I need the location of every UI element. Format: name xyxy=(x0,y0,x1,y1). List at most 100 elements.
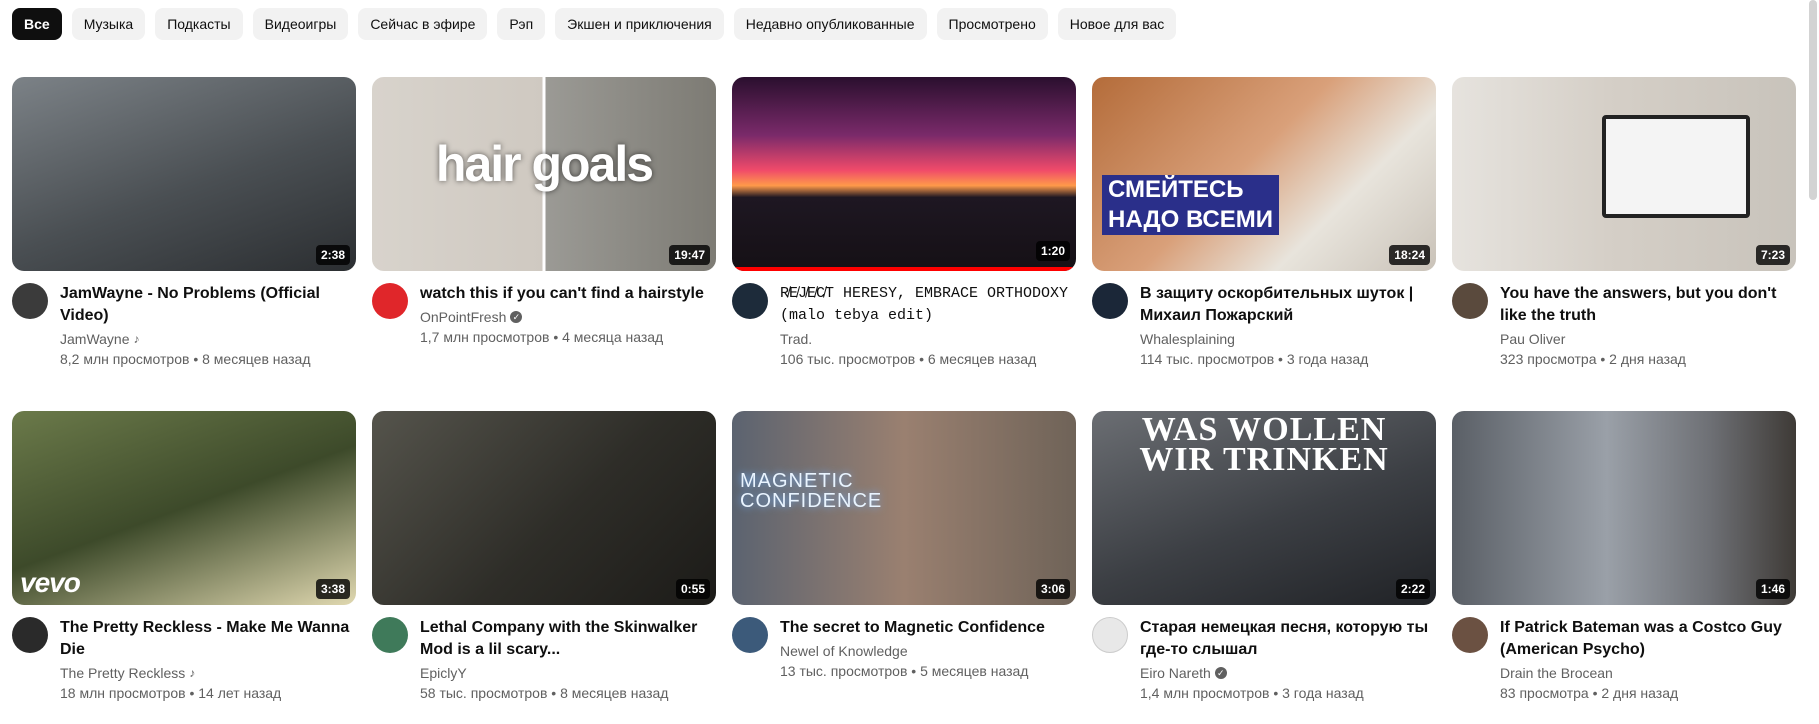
video-stats: 1,7 млн просмотров • 4 месяца назад xyxy=(420,329,664,345)
chip-action-adventure[interactable]: Экшен и приключения xyxy=(555,8,724,40)
channel-name[interactable]: Whalesplaining xyxy=(1140,329,1436,349)
video-stats: 8,2 млн просмотров • 8 месяцев назад xyxy=(60,351,311,367)
chip-live[interactable]: Сейчас в эфире xyxy=(358,8,488,40)
channel-name[interactable]: Newel of Knowledge xyxy=(780,641,1076,661)
video-thumbnail[interactable]: 2:38 xyxy=(12,77,356,271)
video-title[interactable]: The secret to Magnetic Confidence xyxy=(780,617,1076,639)
video-grid: 2:38 JamWayne - No Problems (Official Vi… xyxy=(12,77,1796,711)
video-thumbnail[interactable]: WAS WOLLEN WIR TRINKEN 2:22 xyxy=(1092,411,1436,605)
video-stats: 58 тыс. просмотров • 8 месяцев назад xyxy=(420,685,669,701)
video-stats: 323 просмотра • 2 дня назад xyxy=(1500,351,1686,367)
video-title[interactable]: JamWayne - No Problems (Official Video) xyxy=(60,283,356,327)
channel-name[interactable]: Trad. xyxy=(780,329,1076,349)
video-stats: 106 тыс. просмотров • 6 месяцев назад xyxy=(780,351,1037,367)
channel-avatar[interactable] xyxy=(1092,283,1128,319)
page-scrollbar[interactable] xyxy=(1807,0,1819,724)
channel-name-text: EpiclyY xyxy=(420,665,467,681)
channel-avatar[interactable] xyxy=(732,283,768,319)
channel-name-text: JamWayne xyxy=(60,331,130,347)
video-title[interactable]: watch this if you can't find a hairstyle xyxy=(420,283,716,305)
duration-badge: 18:24 xyxy=(1389,245,1430,265)
chip-video-games[interactable]: Видеоигры xyxy=(252,8,349,40)
channel-name-text: Trad. xyxy=(780,331,813,347)
channel-avatar[interactable] xyxy=(1452,617,1488,653)
chip-recently-uploaded[interactable]: Недавно опубликованные xyxy=(733,8,927,40)
scrollbar-thumb[interactable] xyxy=(1809,0,1817,200)
chip-all[interactable]: Все xyxy=(12,8,62,40)
channel-name-text: Whalesplaining xyxy=(1140,331,1235,347)
chip-watched[interactable]: Просмотрено xyxy=(936,8,1048,40)
music-note-icon: ♪ xyxy=(189,666,196,680)
video-thumbnail[interactable]: СМЕЙТЕСЬ НАДО ВСЕМИ 18:24 xyxy=(1092,77,1436,271)
video-title[interactable]: R̸E̸J̸E̸C̸T HERESY, EMBRACE ORTHODOXY (m… xyxy=(780,283,1076,327)
thumbnail-caption: hair goals xyxy=(435,136,654,192)
verified-check-icon: ✓ xyxy=(510,311,523,323)
channel-name[interactable]: EpiclyY xyxy=(420,663,716,683)
video-thumbnail[interactable]: 0:55 xyxy=(372,411,716,605)
thumbnail-caption: СМЕЙТЕСЬ НАДО ВСЕМИ xyxy=(1102,175,1279,235)
chip-new-to-you[interactable]: Новое для вас xyxy=(1057,8,1177,40)
channel-name-text: Newel of Knowledge xyxy=(780,643,908,659)
channel-name[interactable]: Drain the Brocean xyxy=(1500,663,1796,683)
video-card: СМЕЙТЕСЬ НАДО ВСЕМИ 18:24 В защиту оскор… xyxy=(1092,77,1436,411)
channel-name[interactable]: Eiro Nareth ✓ xyxy=(1140,663,1436,683)
duration-badge: 3:38 xyxy=(315,579,350,599)
video-stats: 18 млн просмотров • 14 лет назад xyxy=(60,685,282,701)
duration-badge: 1:20 xyxy=(1035,241,1070,261)
thumbnail-caption: MAGNETIC CONFIDENCE xyxy=(740,470,883,512)
video-thumbnail[interactable]: vevo 3:38 xyxy=(12,411,356,605)
chip-music[interactable]: Музыка xyxy=(71,8,146,40)
video-thumbnail[interactable]: MAGNETIC CONFIDENCE 3:06 xyxy=(732,411,1076,605)
channel-name-text: Pau Oliver xyxy=(1500,331,1566,347)
music-note-icon: ♪ xyxy=(133,332,140,346)
video-title[interactable]: Lethal Company with the Skinwalker Mod i… xyxy=(420,617,716,661)
video-title[interactable]: The Pretty Reckless - Make Me Wanna Die xyxy=(60,617,356,661)
video-thumbnail[interactable]: 7:23 xyxy=(1452,77,1796,271)
video-stats: 114 тыс. просмотров • 3 года назад xyxy=(1140,351,1369,367)
video-card: 2:38 JamWayne - No Problems (Official Vi… xyxy=(12,77,356,411)
channel-avatar[interactable] xyxy=(1092,617,1128,653)
channel-avatar[interactable] xyxy=(732,617,768,653)
watch-progress-bar xyxy=(732,267,1076,271)
channel-name-text: OnPointFresh xyxy=(420,309,507,325)
video-card: hair goals 19:47 watch this if you can't… xyxy=(372,77,716,411)
video-card: 1:46 If Patrick Bateman was a Costco Guy… xyxy=(1452,411,1796,711)
duration-badge: 3:06 xyxy=(1035,579,1070,599)
channel-avatar[interactable] xyxy=(372,283,408,319)
duration-badge: 0:55 xyxy=(675,579,710,599)
monitor-graphic xyxy=(1602,115,1750,218)
video-card: WAS WOLLEN WIR TRINKEN 2:22 Старая немец… xyxy=(1092,411,1436,711)
video-card: 7:23 You have the answers, but you don't… xyxy=(1452,77,1796,411)
channel-name[interactable]: JamWayne ♪ xyxy=(60,329,356,349)
duration-badge: 7:23 xyxy=(1755,245,1790,265)
video-title[interactable]: Старая немецкая песня, которую ты где-то… xyxy=(1140,617,1436,661)
channel-avatar[interactable] xyxy=(12,283,48,319)
video-title[interactable]: You have the answers, but you don't like… xyxy=(1500,283,1796,327)
duration-badge: 1:46 xyxy=(1755,579,1790,599)
video-thumbnail[interactable]: hair goals 19:47 xyxy=(372,77,716,271)
channel-name[interactable]: OnPointFresh ✓ xyxy=(420,307,716,327)
video-thumbnail[interactable]: 1:20 xyxy=(732,77,1076,271)
video-card: 1:20 R̸E̸J̸E̸C̸T HERESY, EMBRACE ORTHODO… xyxy=(732,77,1076,411)
video-card: MAGNETIC CONFIDENCE 3:06 The secret to M… xyxy=(732,411,1076,711)
duration-badge: 2:22 xyxy=(1395,579,1430,599)
video-title[interactable]: If Patrick Bateman was a Costco Guy (Ame… xyxy=(1500,617,1796,661)
thumbnail-caption: WAS WOLLEN WIR TRINKEN xyxy=(1139,411,1389,478)
channel-name-text: Drain the Brocean xyxy=(1500,665,1613,681)
channel-name-text: The Pretty Reckless xyxy=(60,665,186,681)
video-card: 0:55 Lethal Company with the Skinwalker … xyxy=(372,411,716,711)
duration-badge: 2:38 xyxy=(315,245,350,265)
channel-avatar[interactable] xyxy=(372,617,408,653)
video-thumbnail[interactable]: 1:46 xyxy=(1452,411,1796,605)
video-title[interactable]: В защиту оскорбительных шуток | Михаил П… xyxy=(1140,283,1436,327)
channel-name[interactable]: The Pretty Reckless ♪ xyxy=(60,663,356,683)
chip-podcasts[interactable]: Подкасты xyxy=(155,8,243,40)
channel-name[interactable]: Pau Oliver xyxy=(1500,329,1796,349)
vevo-logo: vevo xyxy=(20,567,81,598)
channel-avatar[interactable] xyxy=(12,617,48,653)
filter-chips-bar: Все Музыка Подкасты Видеоигры Сейчас в э… xyxy=(12,8,1177,40)
chip-rap[interactable]: Рэп xyxy=(497,8,546,40)
duration-badge: 19:47 xyxy=(669,245,710,265)
video-stats: 1,4 млн просмотров • 3 года назад xyxy=(1140,685,1364,701)
channel-avatar[interactable] xyxy=(1452,283,1488,319)
